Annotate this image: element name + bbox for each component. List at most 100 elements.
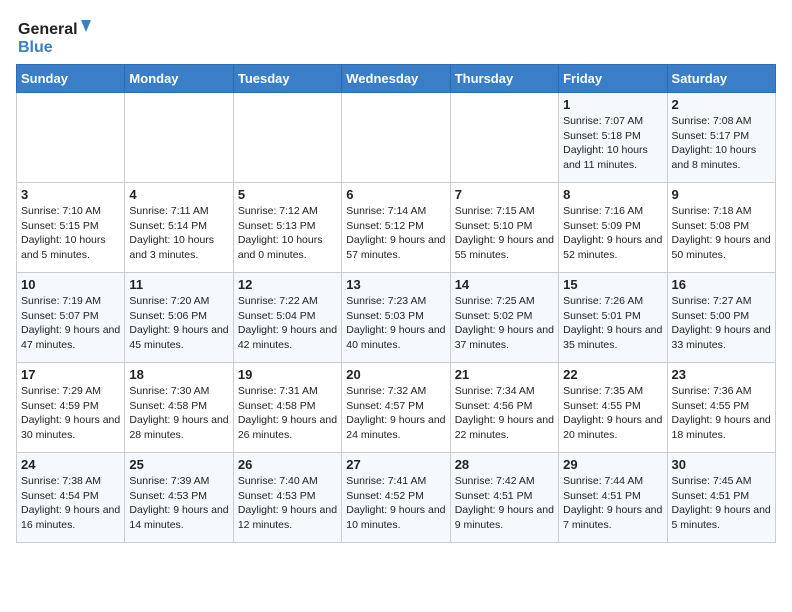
calendar-cell: 28 Sunrise: 7:42 AM Sunset: 4:51 PM Dayli…	[450, 453, 558, 543]
calendar-cell: 4 Sunrise: 7:11 AM Sunset: 5:14 PM Daylig…	[125, 183, 233, 273]
day-number: 11	[129, 277, 228, 292]
calendar-cell: 13 Sunrise: 7:23 AM Sunset: 5:03 PM Dayli…	[342, 273, 450, 363]
calendar-cell: 18 Sunrise: 7:30 AM Sunset: 4:58 PM Dayli…	[125, 363, 233, 453]
day-number: 29	[563, 457, 662, 472]
logo-icon: GeneralBlue	[16, 16, 96, 56]
calendar-cell: 5Sunrise: 7:12 AM Sunset: 5:13 PM Daylig…	[233, 183, 341, 273]
calendar-header-row: SundayMondayTuesdayWednesdayThursdayFrid…	[17, 65, 776, 93]
day-info: Sunrise: 7:38 AM Sunset: 4:54 PM Dayligh…	[21, 474, 120, 533]
svg-text:General: General	[18, 21, 78, 38]
day-info: Sunrise: 7:25 AM Sunset: 5:02 PM Dayligh…	[455, 294, 554, 353]
day-info: Sunrise: 7:07 AM Sunset: 5:18 PM Dayligh…	[563, 114, 662, 173]
day-number: 19	[238, 367, 337, 382]
calendar-cell: 25 Sunrise: 7:39 AM Sunset: 4:53 PM Dayli…	[125, 453, 233, 543]
calendar-cell: 1 Sunrise: 7:07 AM Sunset: 5:18 PM Daylig…	[559, 93, 667, 183]
calendar-cell: 7 Sunrise: 7:15 AM Sunset: 5:10 PM Daylig…	[450, 183, 558, 273]
calendar-cell: 10Sunrise: 7:19 AM Sunset: 5:07 PM Dayli…	[17, 273, 125, 363]
day-number: 10	[21, 277, 120, 292]
calendar-cell: 2 Sunrise: 7:08 AM Sunset: 5:17 PM Daylig…	[667, 93, 775, 183]
calendar-cell: 16 Sunrise: 7:27 AM Sunset: 5:00 PM Dayli…	[667, 273, 775, 363]
calendar-cell: 26Sunrise: 7:40 AM Sunset: 4:53 PM Dayli…	[233, 453, 341, 543]
day-number: 25	[129, 457, 228, 472]
day-number: 3	[21, 187, 120, 202]
header-tuesday: Tuesday	[233, 65, 341, 93]
day-info: Sunrise: 7:15 AM Sunset: 5:10 PM Dayligh…	[455, 204, 554, 263]
day-info: Sunrise: 7:26 AM Sunset: 5:01 PM Dayligh…	[563, 294, 662, 353]
calendar-cell	[342, 93, 450, 183]
day-info: Sunrise: 7:23 AM Sunset: 5:03 PM Dayligh…	[346, 294, 445, 353]
day-info: Sunrise: 7:42 AM Sunset: 4:51 PM Dayligh…	[455, 474, 554, 533]
page-header: GeneralBlue	[16, 16, 776, 56]
calendar-cell: 27 Sunrise: 7:41 AM Sunset: 4:52 PM Dayli…	[342, 453, 450, 543]
day-info: Sunrise: 7:41 AM Sunset: 4:52 PM Dayligh…	[346, 474, 445, 533]
day-number: 20	[346, 367, 445, 382]
day-info: Sunrise: 7:11 AM Sunset: 5:14 PM Dayligh…	[129, 204, 228, 263]
day-number: 13	[346, 277, 445, 292]
week-row-2: 3 Sunrise: 7:10 AM Sunset: 5:15 PM Daylig…	[17, 183, 776, 273]
day-number: 9	[672, 187, 771, 202]
logo: GeneralBlue	[16, 16, 96, 56]
calendar-cell: 30 Sunrise: 7:45 AM Sunset: 4:51 PM Dayli…	[667, 453, 775, 543]
day-info: Sunrise: 7:16 AM Sunset: 5:09 PM Dayligh…	[563, 204, 662, 263]
header-wednesday: Wednesday	[342, 65, 450, 93]
day-info: Sunrise: 7:35 AM Sunset: 4:55 PM Dayligh…	[563, 384, 662, 443]
day-number: 2	[672, 97, 771, 112]
day-info: Sunrise: 7:31 AM Sunset: 4:58 PM Dayligh…	[238, 384, 337, 443]
day-info: Sunrise: 7:22 AM Sunset: 5:04 PM Dayligh…	[238, 294, 337, 353]
calendar-cell: 6Sunrise: 7:14 AM Sunset: 5:12 PM Daylig…	[342, 183, 450, 273]
calendar-cell: 21 Sunrise: 7:34 AM Sunset: 4:56 PM Dayli…	[450, 363, 558, 453]
calendar-cell: 23 Sunrise: 7:36 AM Sunset: 4:55 PM Dayli…	[667, 363, 775, 453]
day-number: 30	[672, 457, 771, 472]
day-number: 26	[238, 457, 337, 472]
day-number: 1	[563, 97, 662, 112]
day-info: Sunrise: 7:08 AM Sunset: 5:17 PM Dayligh…	[672, 114, 771, 173]
header-friday: Friday	[559, 65, 667, 93]
day-info: Sunrise: 7:30 AM Sunset: 4:58 PM Dayligh…	[129, 384, 228, 443]
day-info: Sunrise: 7:10 AM Sunset: 5:15 PM Dayligh…	[21, 204, 120, 263]
calendar-cell: 17 Sunrise: 7:29 AM Sunset: 4:59 PM Dayli…	[17, 363, 125, 453]
calendar-cell: 19 Sunrise: 7:31 AM Sunset: 4:58 PM Dayli…	[233, 363, 341, 453]
week-row-3: 10Sunrise: 7:19 AM Sunset: 5:07 PM Dayli…	[17, 273, 776, 363]
day-number: 14	[455, 277, 554, 292]
day-info: Sunrise: 7:34 AM Sunset: 4:56 PM Dayligh…	[455, 384, 554, 443]
day-number: 21	[455, 367, 554, 382]
header-monday: Monday	[125, 65, 233, 93]
svg-text:Blue: Blue	[18, 39, 53, 56]
day-info: Sunrise: 7:45 AM Sunset: 4:51 PM Dayligh…	[672, 474, 771, 533]
day-number: 24	[21, 457, 120, 472]
week-row-1: 1 Sunrise: 7:07 AM Sunset: 5:18 PM Daylig…	[17, 93, 776, 183]
day-info: Sunrise: 7:14 AM Sunset: 5:12 PM Dayligh…	[346, 204, 445, 263]
week-row-5: 24 Sunrise: 7:38 AM Sunset: 4:54 PM Dayli…	[17, 453, 776, 543]
calendar-cell	[450, 93, 558, 183]
day-number: 15	[563, 277, 662, 292]
day-info: Sunrise: 7:29 AM Sunset: 4:59 PM Dayligh…	[21, 384, 120, 443]
calendar-cell: 15 Sunrise: 7:26 AM Sunset: 5:01 PM Dayli…	[559, 273, 667, 363]
week-row-4: 17 Sunrise: 7:29 AM Sunset: 4:59 PM Dayli…	[17, 363, 776, 453]
header-thursday: Thursday	[450, 65, 558, 93]
calendar-cell: 11 Sunrise: 7:20 AM Sunset: 5:06 PM Dayli…	[125, 273, 233, 363]
day-number: 16	[672, 277, 771, 292]
day-info: Sunrise: 7:27 AM Sunset: 5:00 PM Dayligh…	[672, 294, 771, 353]
calendar-cell: 24 Sunrise: 7:38 AM Sunset: 4:54 PM Dayli…	[17, 453, 125, 543]
calendar-cell: 22Sunrise: 7:35 AM Sunset: 4:55 PM Dayli…	[559, 363, 667, 453]
day-info: Sunrise: 7:44 AM Sunset: 4:51 PM Dayligh…	[563, 474, 662, 533]
calendar-cell: 9Sunrise: 7:18 AM Sunset: 5:08 PM Daylig…	[667, 183, 775, 273]
calendar-cell: 14 Sunrise: 7:25 AM Sunset: 5:02 PM Dayli…	[450, 273, 558, 363]
day-info: Sunrise: 7:20 AM Sunset: 5:06 PM Dayligh…	[129, 294, 228, 353]
calendar-table: SundayMondayTuesdayWednesdayThursdayFrid…	[16, 64, 776, 543]
day-number: 4	[129, 187, 228, 202]
day-number: 23	[672, 367, 771, 382]
day-number: 7	[455, 187, 554, 202]
header-saturday: Saturday	[667, 65, 775, 93]
day-info: Sunrise: 7:39 AM Sunset: 4:53 PM Dayligh…	[129, 474, 228, 533]
day-info: Sunrise: 7:32 AM Sunset: 4:57 PM Dayligh…	[346, 384, 445, 443]
day-number: 27	[346, 457, 445, 472]
calendar-cell	[17, 93, 125, 183]
day-number: 18	[129, 367, 228, 382]
day-info: Sunrise: 7:36 AM Sunset: 4:55 PM Dayligh…	[672, 384, 771, 443]
day-number: 17	[21, 367, 120, 382]
calendar-cell	[233, 93, 341, 183]
day-number: 28	[455, 457, 554, 472]
calendar-cell: 8Sunrise: 7:16 AM Sunset: 5:09 PM Daylig…	[559, 183, 667, 273]
day-number: 12	[238, 277, 337, 292]
